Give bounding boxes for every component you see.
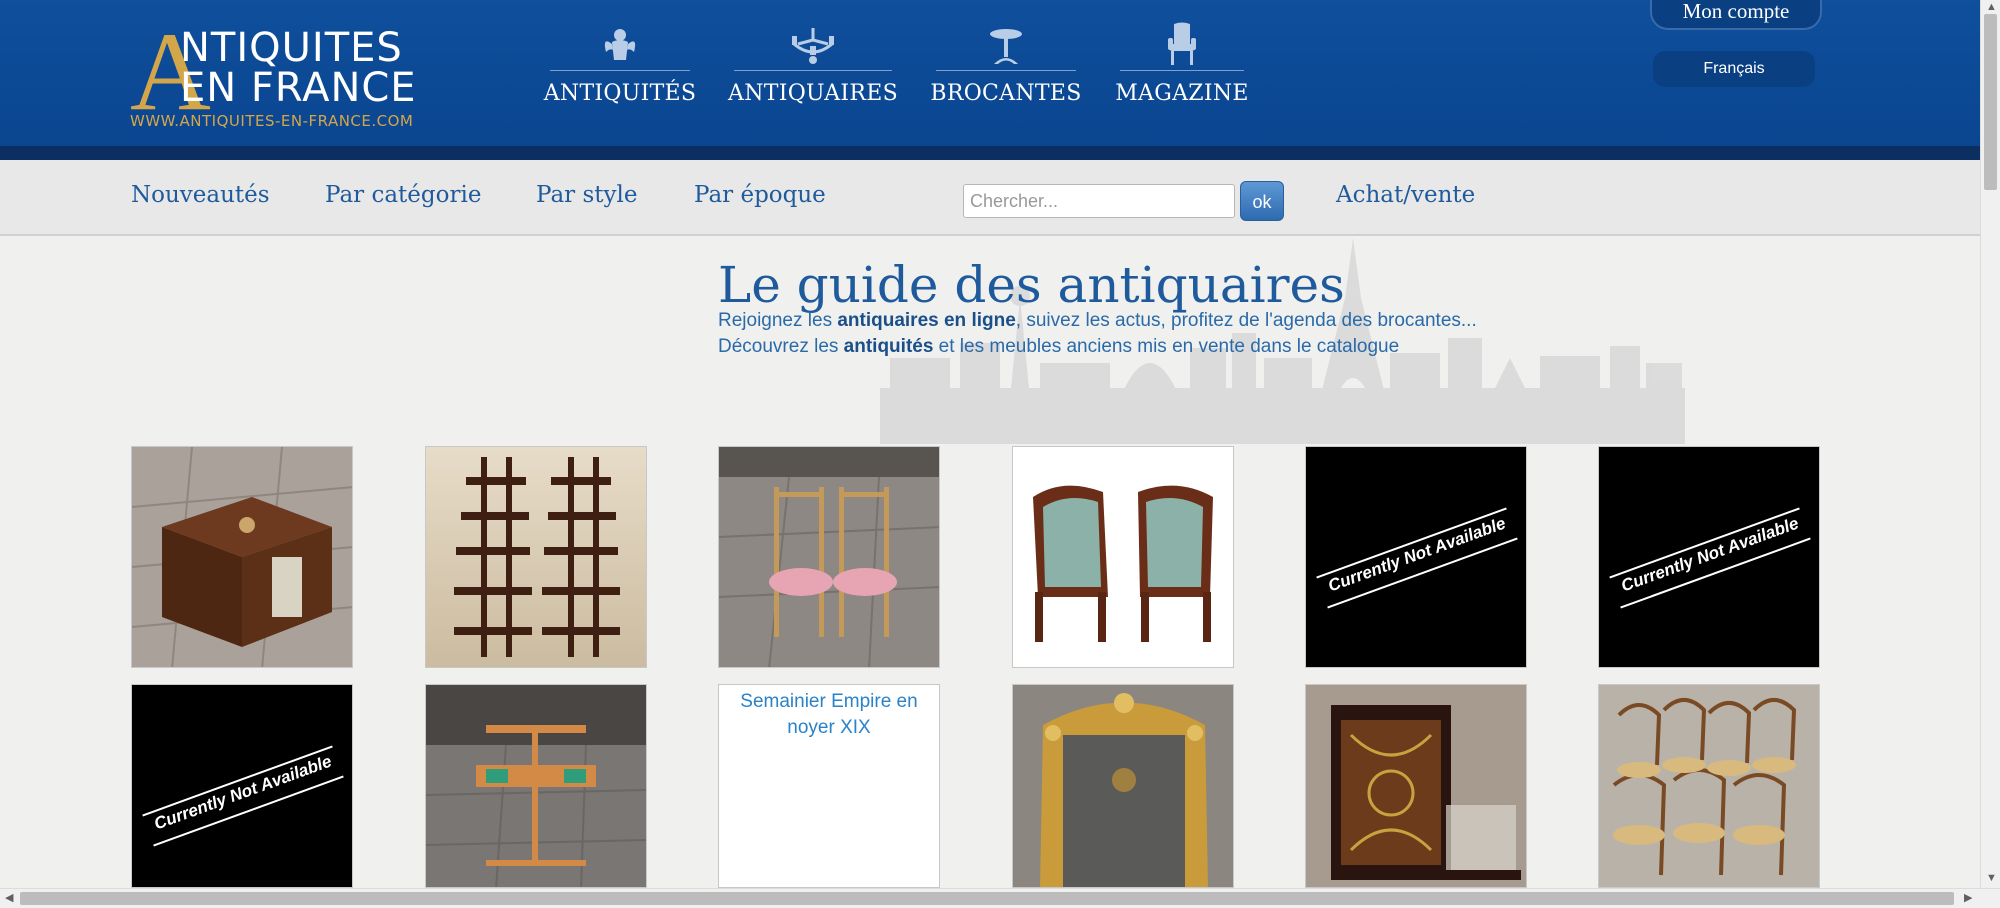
boulle-cabinet-photo bbox=[1306, 685, 1526, 887]
scroll-right-arrow-icon[interactable]: ▶ bbox=[1964, 893, 1972, 904]
hero-tagline-2: Découvrez les antiquités et les meubles … bbox=[718, 336, 1399, 358]
valet-stand-photo bbox=[426, 685, 646, 887]
main-nav: ANTIQUITÉS ANTIQUAIRES BROCANTES MAGAZIN… bbox=[544, 22, 1288, 112]
subnav-par-categorie[interactable]: Par catégorie bbox=[325, 182, 481, 208]
pink-chairs-photo bbox=[719, 447, 939, 667]
chandelier-icon bbox=[790, 22, 836, 66]
scroll-down-arrow-icon[interactable]: ▼ bbox=[1986, 873, 1997, 884]
product-thumbnail[interactable] bbox=[1012, 446, 1234, 668]
armchair-icon bbox=[1166, 22, 1198, 66]
main-nav-divider bbox=[936, 70, 1076, 71]
subnav-par-epoque[interactable]: Par époque bbox=[694, 182, 826, 208]
main-nav-divider bbox=[1120, 70, 1244, 71]
product-thumbnail[interactable] bbox=[1305, 684, 1527, 888]
product-thumbnail[interactable] bbox=[131, 446, 353, 668]
subnav-par-style[interactable]: Par style bbox=[536, 182, 637, 208]
page-title: Le guide des antiquaires bbox=[718, 256, 1345, 314]
product-thumbnail[interactable] bbox=[425, 446, 647, 668]
hero-tagline-text: et les meubles anciens mis en vente dans… bbox=[933, 336, 1400, 357]
main-nav-antiquaires[interactable]: ANTIQUAIRES bbox=[728, 22, 898, 112]
scroll-up-arrow-icon[interactable]: ▲ bbox=[1986, 2, 1997, 13]
main-nav-label: ANTIQUAIRES bbox=[728, 81, 898, 106]
main-nav-antiquites[interactable]: ANTIQUITÉS bbox=[544, 22, 696, 112]
main-nav-magazine[interactable]: MAGAZINE bbox=[1115, 22, 1248, 112]
horizontal-scrollbar[interactable]: ◀ ▶ bbox=[0, 888, 2000, 908]
vertical-scroll-thumb[interactable] bbox=[1984, 14, 1997, 190]
revolving-bookcase-photo bbox=[132, 447, 352, 667]
gilt-mirror-photo bbox=[1013, 685, 1233, 887]
product-thumbnail[interactable] bbox=[425, 684, 647, 888]
product-thumbnail[interactable]: Currently Not Available bbox=[1598, 446, 1820, 668]
search-submit-button[interactable]: ok bbox=[1240, 181, 1284, 221]
main-nav-brocantes[interactable]: BROCANTES bbox=[930, 22, 1081, 112]
subnav-nouveautes[interactable]: Nouveautés bbox=[131, 182, 270, 208]
my-account-button[interactable]: Mon compte bbox=[1650, 0, 1822, 30]
product-thumbnail[interactable]: Semainier Empire en noyer XIX bbox=[718, 684, 940, 888]
site-header: A NTIQUITES EN FRANCE WWW.ANTIQUITES-EN-… bbox=[0, 0, 1980, 160]
empire-armchairs-photo bbox=[1013, 447, 1233, 667]
main-nav-divider bbox=[734, 70, 892, 71]
site-logo[interactable]: A NTIQUITES EN FRANCE WWW.ANTIQUITES-EN-… bbox=[130, 16, 450, 132]
hero-tagline-text: Découvrez les bbox=[718, 336, 844, 357]
pedestal-table-icon bbox=[988, 22, 1024, 66]
product-thumbnail[interactable]: Currently Not Available bbox=[1305, 446, 1527, 668]
secondary-nav: Nouveautés Par catégorie Par style Par é… bbox=[0, 160, 1980, 236]
main-nav-label: BROCANTES bbox=[930, 81, 1082, 106]
hero-tagline-text: Rejoignez les bbox=[718, 310, 838, 331]
product-thumbnail[interactable] bbox=[1598, 684, 1820, 888]
search-input[interactable] bbox=[963, 184, 1235, 218]
corner-shelves-photo bbox=[426, 447, 646, 667]
main-nav-label: MAGAZINE bbox=[1115, 81, 1249, 106]
main-nav-label: ANTIQUITÉS bbox=[543, 81, 697, 106]
logo-text-line2: EN FRANCE bbox=[180, 65, 417, 111]
product-thumbnail[interactable] bbox=[718, 446, 940, 668]
product-thumbnail[interactable] bbox=[1012, 684, 1234, 888]
hero-tagline-link[interactable]: antiquités bbox=[844, 336, 934, 357]
logo-text-line1: NTIQUITES bbox=[180, 25, 403, 71]
language-selector[interactable]: Français bbox=[1653, 51, 1815, 87]
hero-tagline-link[interactable]: antiquaires en ligne bbox=[837, 310, 1015, 331]
logo-url: WWW.ANTIQUITES-EN-FRANCE.COM bbox=[130, 112, 414, 130]
hero-tagline-1: Rejoignez les antiquaires en ligne, suiv… bbox=[718, 310, 1477, 332]
scroll-left-arrow-icon[interactable]: ◀ bbox=[5, 893, 13, 904]
broken-image-alt-text: Semainier Empire en noyer XIX bbox=[740, 691, 918, 738]
main-nav-divider bbox=[550, 70, 690, 71]
bentwood-chairs-photo bbox=[1599, 685, 1819, 887]
hero-tagline-text: , suivez les actus, profitez de l'agenda… bbox=[1015, 310, 1477, 331]
subnav-achat-vente[interactable]: Achat/vente bbox=[1336, 182, 1475, 208]
cherub-icon bbox=[602, 22, 638, 66]
product-thumbnail[interactable]: Currently Not Available bbox=[131, 684, 353, 888]
vertical-scrollbar[interactable]: ▲ ▼ bbox=[1980, 0, 2000, 888]
horizontal-scroll-thumb[interactable] bbox=[20, 892, 1954, 905]
